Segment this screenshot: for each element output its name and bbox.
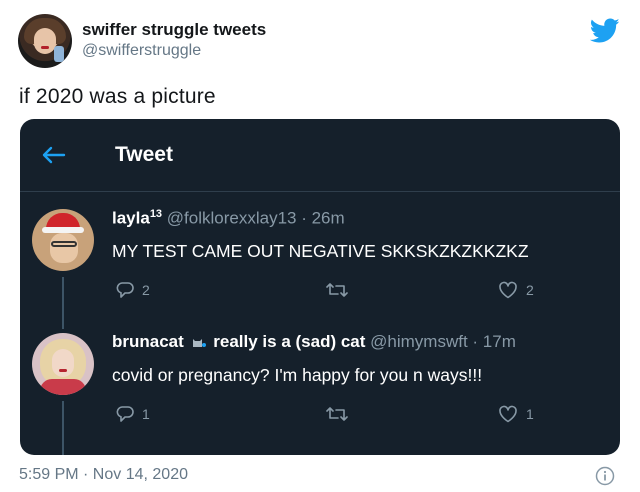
retweet-icon — [326, 407, 348, 421]
reply-author-name-suffix[interactable]: really is a (sad) cat — [213, 332, 365, 351]
reply-author-name[interactable]: brunacat — [112, 332, 184, 351]
tweet-text: if 2020 was a picture — [19, 85, 216, 108]
reply-count: 2 — [142, 282, 150, 298]
reply-text: MY TEST CAME OUT NEGATIVE SKKSKZKZKKZKZ — [112, 241, 529, 261]
reply-icon — [116, 406, 134, 422]
like-icon — [499, 405, 517, 423]
screenshot-header: Tweet — [20, 119, 620, 192]
like-icon — [499, 281, 517, 299]
reply-avatar[interactable] — [32, 209, 94, 271]
like-count: 1 — [526, 406, 534, 422]
retweet-icon — [326, 283, 348, 297]
reply-author-name-sup: 13 — [149, 208, 163, 220]
like-button[interactable]: 2 — [498, 281, 534, 299]
reply-icon — [116, 282, 134, 298]
info-icon[interactable] — [595, 466, 615, 486]
like-count: 2 — [526, 282, 534, 298]
author-handle[interactable]: @swifferstruggle — [82, 42, 201, 60]
thread-line — [62, 401, 64, 455]
cat-icon — [192, 339, 206, 347]
twitter-bird-icon[interactable] — [590, 18, 620, 44]
author-name[interactable]: swiffer struggle tweets — [82, 20, 266, 40]
screenshot-title: Tweet — [115, 143, 173, 166]
tweet-timestamp[interactable]: 5:59 PM · Nov 14, 2020 — [19, 466, 188, 484]
reply-header: layla13 @folklorexxlay13 · 26m — [112, 208, 345, 229]
retweet-button[interactable] — [326, 281, 348, 299]
back-arrow-icon[interactable] — [40, 145, 66, 165]
author-avatar[interactable] — [18, 14, 72, 68]
reply-button[interactable]: 1 — [116, 405, 150, 423]
reply-avatar[interactable] — [32, 333, 94, 395]
like-button[interactable]: 1 — [498, 405, 534, 423]
thread-line — [62, 277, 64, 329]
reply-time: · 26m — [296, 208, 345, 228]
reply-author-name[interactable]: layla — [112, 209, 150, 228]
reply-count: 1 — [142, 406, 150, 422]
retweet-button[interactable] — [326, 405, 348, 423]
reply-text: covid or pregnancy? I'm happy for you n … — [112, 365, 483, 385]
reply-handle[interactable]: @himymswft — [370, 332, 468, 351]
reply-header: brunacat really is a (sad) cat @himymswf… — [112, 332, 516, 352]
reply-handle[interactable]: @folklorexxlay13 — [167, 209, 297, 228]
reply-time: · 17m — [467, 332, 516, 351]
embedded-screenshot[interactable]: Tweet layla13 @folklorexxlay13 · 26m MY … — [20, 119, 620, 455]
reply-button[interactable]: 2 — [116, 281, 150, 299]
